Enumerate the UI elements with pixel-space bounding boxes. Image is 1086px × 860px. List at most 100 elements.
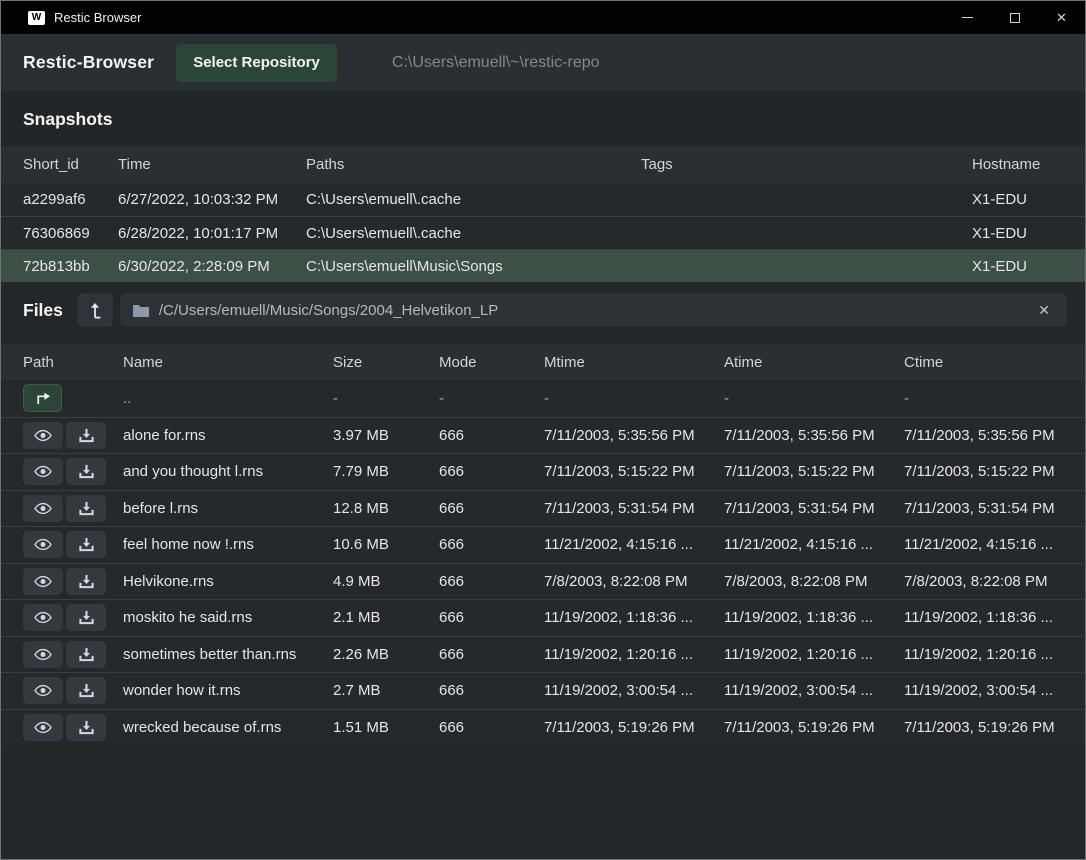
restore-file-button[interactable] [66,714,106,741]
preview-file-button[interactable] [23,604,63,631]
file-name: before l.rns [123,500,333,517]
maximize-button[interactable] [991,1,1038,34]
files-table-body: ..-----alone for.rns3.97 MB6667/11/2003,… [1,380,1085,745]
file-actions [23,422,123,449]
file-atime: 7/11/2003, 5:19:26 PM [724,719,904,736]
column-short-id: Short_id [23,156,118,173]
file-row: before l.rns12.8 MB6667/11/2003, 5:31:54… [1,490,1085,527]
minimize-button[interactable] [944,1,991,34]
file-atime: - [724,390,904,407]
restore-file-button[interactable] [66,604,106,631]
preview-file-button[interactable] [23,568,63,595]
file-mtime: 7/8/2003, 8:22:08 PM [544,573,724,590]
file-actions [23,641,123,668]
preview-file-button[interactable] [23,495,63,522]
download-icon [79,537,94,552]
file-mode: 666 [439,500,544,517]
column-ctime: Ctime [904,354,1063,371]
file-row: wrecked because of.rns1.51 MB6667/11/200… [1,709,1085,746]
file-atime: 7/8/2003, 8:22:08 PM [724,573,904,590]
eye-icon [34,611,52,624]
file-row: Helvikone.rns4.9 MB6667/8/2003, 8:22:08 … [1,563,1085,600]
file-mode: 666 [439,609,544,626]
file-name: .. [123,390,333,407]
snapshot-hostname: X1-EDU [972,225,1063,242]
file-name: wrecked because of.rns [123,719,333,736]
download-icon [79,683,94,698]
file-size: 7.79 MB [333,463,439,480]
eye-icon [34,429,52,442]
restore-file-button[interactable] [66,458,106,485]
snapshot-row[interactable]: 763068696/28/2022, 10:01:17 PMC:\Users\e… [1,216,1085,249]
preview-file-button[interactable] [23,458,63,485]
file-ctime: 7/11/2003, 5:19:26 PM [904,719,1063,736]
window-controls: ✕ [944,1,1085,34]
preview-file-button[interactable] [23,531,63,558]
file-mode: - [439,390,544,407]
file-size: - [333,390,439,407]
file-mode: 666 [439,463,544,480]
preview-file-button[interactable] [23,677,63,704]
column-mode: Mode [439,354,544,371]
goto-root-button[interactable] [77,293,113,327]
file-actions [23,384,123,412]
snapshot-row[interactable]: a2299af66/27/2022, 10:03:32 PMC:\Users\e… [1,183,1085,216]
file-actions [23,568,123,595]
files-table-header: Path Name Size Mode Mtime Atime Ctime [1,344,1085,380]
up-right-arrow-icon [34,391,51,405]
preview-file-button[interactable] [23,422,63,449]
file-mtime: 11/19/2002, 1:20:16 ... [544,646,724,663]
select-repository-button[interactable]: Select Repository [176,44,337,82]
snapshot-short-id: 76306869 [23,225,118,242]
file-name: alone for.rns [123,427,333,444]
app-window: W Restic Browser ✕ Restic-Browser Select… [0,0,1086,860]
file-ctime: 7/8/2003, 8:22:08 PM [904,573,1063,590]
path-breadcrumb-input[interactable]: /C/Users/emuell/Music/Songs/2004_Helveti… [120,293,1067,327]
file-atime: 11/21/2002, 4:15:16 ... [724,536,904,553]
file-name: Helvikone.rns [123,573,333,590]
snapshots-table-body: a2299af66/27/2022, 10:03:32 PMC:\Users\e… [1,183,1085,282]
restore-file-button[interactable] [66,422,106,449]
eye-icon [34,465,52,478]
file-ctime: 11/19/2002, 1:18:36 ... [904,609,1063,626]
column-path: Path [23,354,123,371]
restore-file-button[interactable] [66,568,106,595]
snapshot-paths: C:\Users\emuell\.cache [306,225,641,242]
snapshot-hostname: X1-EDU [972,191,1063,208]
snapshot-paths: C:\Users\emuell\Music\Songs [306,258,641,275]
file-size: 2.1 MB [333,609,439,626]
restore-file-button[interactable] [66,495,106,522]
file-row: wonder how it.rns2.7 MB66611/19/2002, 3:… [1,672,1085,709]
file-mtime: - [544,390,724,407]
restore-file-button[interactable] [66,641,106,668]
download-icon [79,428,94,443]
app-title: Restic-Browser [23,52,154,73]
files-section-title: Files [23,300,63,321]
restore-file-button[interactable] [66,677,106,704]
file-row: and you thought l.rns7.79 MB6667/11/2003… [1,453,1085,490]
file-ctime: 7/11/2003, 5:31:54 PM [904,500,1063,517]
eye-icon [34,575,52,588]
close-button[interactable]: ✕ [1038,1,1085,34]
minimize-icon [962,17,973,18]
up-directory-button[interactable] [23,384,62,412]
file-row: alone for.rns3.97 MB6667/11/2003, 5:35:5… [1,417,1085,454]
file-name: moskito he said.rns [123,609,333,626]
preview-file-button[interactable] [23,714,63,741]
snapshot-row[interactable]: 72b813bb6/30/2022, 2:28:09 PMC:\Users\em… [1,249,1085,282]
column-tags: Tags [641,156,972,173]
preview-file-button[interactable] [23,641,63,668]
file-ctime: 11/19/2002, 1:20:16 ... [904,646,1063,663]
eye-icon [34,538,52,551]
snapshot-hostname: X1-EDU [972,258,1063,275]
clear-path-button[interactable]: ✕ [1034,300,1054,321]
column-size: Size [333,354,439,371]
restore-file-button[interactable] [66,531,106,558]
file-atime: 11/19/2002, 1:20:16 ... [724,646,904,663]
file-row: moskito he said.rns2.1 MB666 11/19/2002, … [1,599,1085,636]
maximize-icon [1010,13,1020,23]
file-row: feel home now !.rns10.6 MB66611/21/2002,… [1,526,1085,563]
close-icon: ✕ [1056,11,1067,24]
repository-path: C:\Users\emuell\~\restic-repo [392,54,600,72]
file-mode: 666 [439,573,544,590]
